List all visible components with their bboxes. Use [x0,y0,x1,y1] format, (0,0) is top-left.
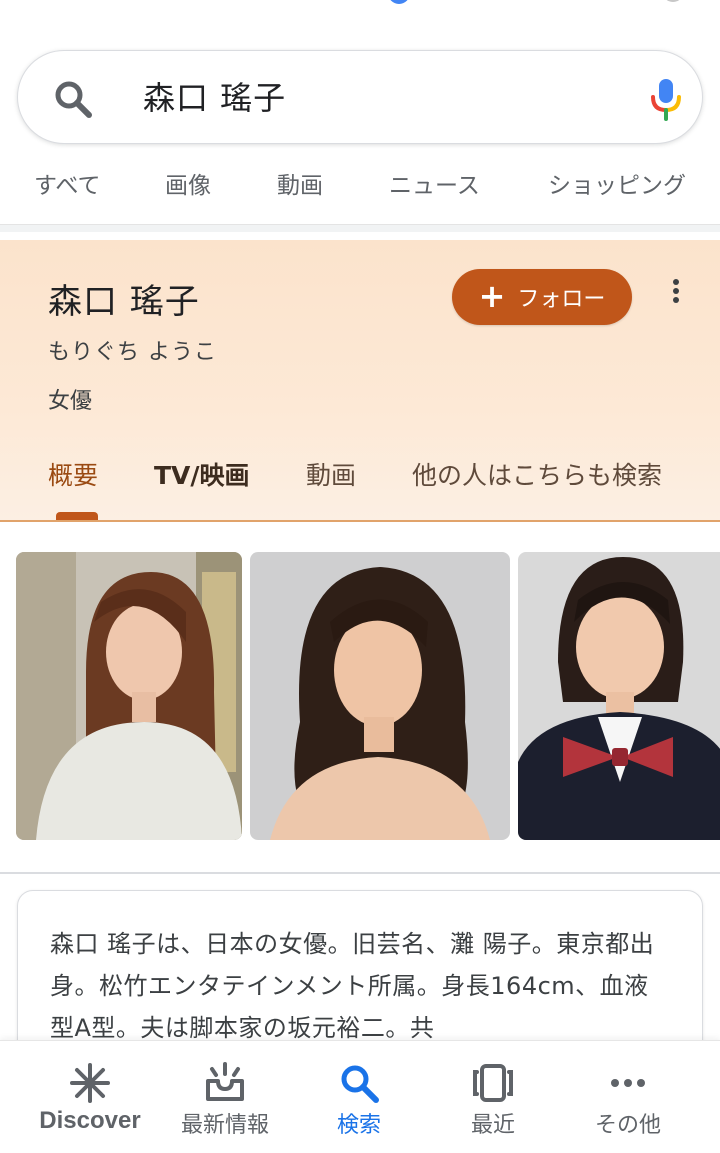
more-options-icon[interactable] [664,276,688,312]
tab-shopping[interactable]: ショッピング [548,166,686,206]
tab-news[interactable]: ニュース [389,166,480,206]
tab-images[interactable]: 画像 [165,166,211,206]
tab-tv-movies[interactable]: TV/映画 [154,456,250,492]
nav-recent[interactable]: 最近 [421,1041,565,1153]
tab-overview[interactable]: 概要 [48,456,98,492]
section-divider [0,872,720,874]
follow-label: フォロー [517,287,606,312]
photo-3[interactable] [518,552,720,840]
entity-title: 森口 瑤子 [48,282,200,322]
bottom-navigation: Discover 最新情報 検索 最近 その他 [0,1040,720,1153]
tab-videos[interactable]: 動画 [306,456,356,492]
search-type-tabs: すべて 画像 動画 ニュース ショッピング [0,160,720,216]
search-bar[interactable]: 森口 瑤子 [17,50,703,144]
entity-type: 女優 [48,389,93,414]
photo-1[interactable] [16,552,242,840]
nav-discover[interactable]: Discover [18,1041,162,1153]
more-horizontal-icon [611,1079,645,1087]
nav-updates[interactable]: 最新情報 [153,1041,297,1153]
image-carousel[interactable] [0,552,720,842]
section-divider [0,224,720,232]
nav-more[interactable]: その他 [556,1041,700,1153]
tab-videos[interactable]: 動画 [277,166,323,206]
photo-2[interactable] [250,552,510,840]
nav-recent-label: 最近 [470,1113,515,1138]
plus-icon: + [478,276,506,315]
nav-search[interactable]: 検索 [287,1041,431,1153]
search-icon [341,1065,379,1103]
description-text: 森口 瑤子は、日本の女優。旧芸名、灘 陽子。東京都出身。松竹エンタテインメント所… [50,930,655,1042]
nav-search-label: 検索 [336,1113,381,1138]
search-icon[interactable] [52,78,94,120]
microphone-icon[interactable] [648,77,684,121]
knowledge-panel-header: 森口 瑤子 もりぐち ようこ 女優 + フォロー 概要 TV/映画 動画 他の人… [0,240,720,522]
recent-tabs-icon [473,1064,513,1102]
top-icon-fragment[interactable] [662,0,684,2]
nav-more-label: その他 [594,1113,661,1138]
asterisk-icon [70,1063,110,1103]
tab-people-also-search[interactable]: 他の人はこちらも検索 [412,456,662,492]
active-tab-indicator [56,512,98,520]
nav-discover-label: Discover [39,1107,141,1134]
tab-all[interactable]: すべて [34,166,100,206]
entity-reading: もりぐち ようこ [48,340,217,365]
follow-button[interactable]: + フォロー [452,269,632,325]
search-query[interactable]: 森口 瑤子 [143,73,286,123]
search-results-page: 森口 瑤子 すべて 画像 動画 ニュース ショッピング 森口 瑤子 もりぐち よ… [0,0,720,1153]
entity-tabs: 概要 TV/映画 動画 他の人はこちらも検索 [0,450,720,520]
account-avatar-fragment[interactable] [388,0,410,4]
nav-updates-label: 最新情報 [180,1113,269,1138]
inbox-updates-icon [206,1062,244,1101]
